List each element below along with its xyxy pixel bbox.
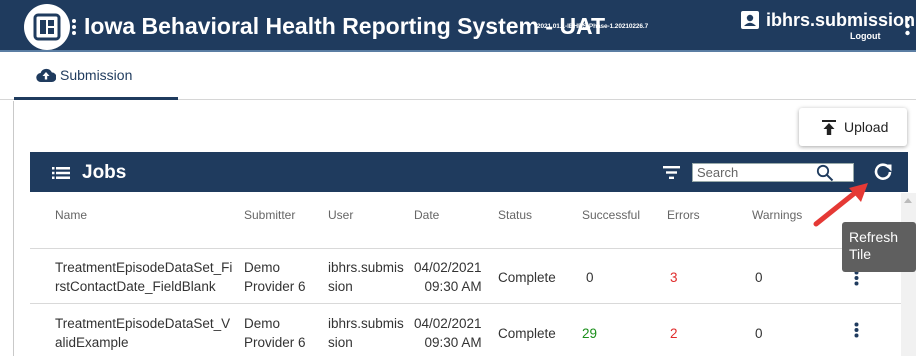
dashboard-icon (33, 13, 61, 41)
app-logo[interactable] (24, 4, 70, 50)
cell-successful: 0 (586, 270, 594, 285)
annotation-arrow-icon (813, 183, 868, 227)
upload-button[interactable]: Upload (799, 108, 907, 146)
column-header-status[interactable]: Status (498, 208, 532, 222)
cell-name-line: rstContactDate_FieldBlank (55, 279, 216, 294)
cell-submitter-line: Provider 6 (244, 335, 306, 350)
column-header-date[interactable]: Date (414, 208, 439, 222)
cell-warnings: 0 (755, 270, 763, 285)
cell-status: Complete (498, 270, 556, 285)
cell-date-line: 04/02/2021 (414, 316, 482, 331)
upload-icon (822, 120, 836, 135)
cell-name-line: alidExample (55, 335, 129, 350)
cell-date: 04/02/2021 09:30 AM (414, 314, 482, 352)
cell-submitter-line: Demo (244, 316, 281, 331)
cell-submitter: Demo Provider 6 (244, 258, 306, 296)
tab-label: Submission (60, 67, 133, 83)
upload-label: Upload (844, 119, 889, 135)
cell-successful: 29 (582, 326, 598, 341)
tab-bar: Submission (0, 54, 916, 100)
app-header: Iowa Behavioral Health Reporting System … (0, 0, 916, 52)
tooltip-text: Refresh Tile (849, 229, 899, 262)
app-title: Iowa Behavioral Health Reporting System … (84, 13, 606, 39)
row-menu-icon[interactable] (854, 322, 859, 338)
jobs-header: Jobs (30, 152, 908, 192)
column-header-errors[interactable]: Errors (667, 208, 700, 222)
cell-user-line: ibhrs.submis (328, 316, 404, 331)
cell-name: TreatmentEpisodeDataSet_V alidExample (55, 314, 230, 352)
cell-user: ibhrs.submis sion (328, 314, 404, 352)
scroll-up-arrow-icon[interactable] (904, 198, 912, 203)
jobs-title: Jobs (82, 162, 127, 183)
search-input[interactable] (697, 164, 807, 181)
cell-user-line: sion (328, 279, 353, 294)
cell-errors: 3 (670, 270, 678, 285)
more-vert-icon (72, 19, 76, 35)
column-header-warnings[interactable]: Warnings (752, 208, 802, 222)
cell-date-line: 09:30 AM (424, 279, 482, 294)
column-header-submitter[interactable]: Submitter (244, 208, 295, 222)
row-divider (30, 303, 908, 304)
cell-user-line: ibhrs.submis (328, 260, 404, 275)
cell-submitter-line: Provider 6 (244, 279, 306, 294)
cell-name-line: TreatmentEpisodeDataSet_V (55, 316, 231, 331)
table-scrollbar[interactable] (901, 193, 916, 356)
more-vert-icon[interactable] (905, 16, 910, 36)
column-header-name[interactable]: Name (55, 208, 87, 222)
cell-submitter-line: Demo (244, 260, 281, 275)
list-icon (52, 167, 70, 179)
tab-submission[interactable]: Submission (14, 54, 178, 100)
refresh-tooltip: Refresh Tile (842, 222, 916, 272)
column-header-successful[interactable]: Successful (582, 208, 640, 222)
row-menu-icon[interactable] (854, 270, 859, 286)
row-divider (30, 248, 908, 249)
cell-date: 04/02/2021 09:30 AM (414, 258, 482, 296)
cell-name-line: TreatmentEpisodeDataSet_Fi (55, 260, 233, 275)
cell-warnings: 0 (755, 326, 763, 341)
user-name[interactable]: ibhrs.submission (766, 10, 915, 31)
logout-link[interactable]: Logout (850, 31, 881, 41)
filter-icon[interactable] (663, 166, 680, 179)
cell-status: Complete (498, 326, 556, 341)
cell-name: TreatmentEpisodeDataSet_Fi rstContactDat… (55, 258, 232, 296)
cell-user-line: sion (328, 335, 353, 350)
account-box-icon (741, 11, 759, 29)
cell-date-line: 04/02/2021 (414, 260, 482, 275)
app-version: 2021.01.1-IBHRS-Phase-1.20210226.7 (537, 23, 649, 30)
cell-errors: 2 (670, 326, 678, 341)
refresh-icon[interactable] (873, 162, 893, 182)
cell-user: ibhrs.submis sion (328, 258, 404, 296)
column-header-user[interactable]: User (328, 208, 353, 222)
cell-submitter: Demo Provider 6 (244, 314, 306, 352)
cell-date-line: 09:30 AM (424, 335, 482, 350)
cloud-upload-icon (36, 68, 56, 83)
